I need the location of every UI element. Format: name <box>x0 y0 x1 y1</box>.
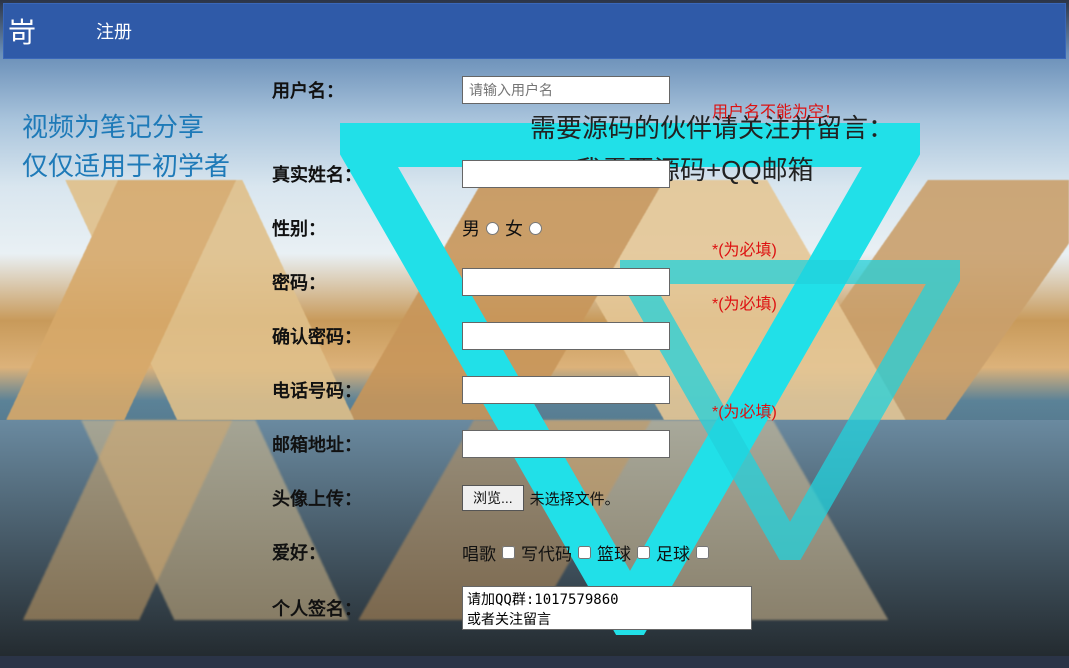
signature-textarea[interactable] <box>462 586 752 630</box>
gender-male-label: 男 <box>462 215 480 241</box>
email-required: *(为必填) <box>712 398 777 422</box>
row-gender: 性别： 男 女 <box>272 208 1029 248</box>
username-error: 用户名不能为空！ <box>712 98 840 122</box>
password-label: 密码： <box>272 269 462 295</box>
row-signature: 个人签名： <box>272 586 1029 630</box>
email-input[interactable] <box>462 430 670 458</box>
hobby-football-label: 足球 <box>656 540 690 565</box>
left-note-line1: 视频为笔记分享 <box>22 108 230 147</box>
phone-input[interactable] <box>462 376 670 404</box>
confirm-required: *(为必填) <box>712 290 777 314</box>
hobby-sing-label: 唱歌 <box>462 540 496 565</box>
row-email: *(为必填) 邮箱地址： <box>272 424 1029 464</box>
password-required: *(为必填) <box>712 236 777 260</box>
hobby-code-checkbox[interactable] <box>578 546 591 559</box>
hobby-football-checkbox[interactable] <box>696 546 709 559</box>
realname-input[interactable] <box>462 160 670 188</box>
gender-female-label: 女 <box>505 215 523 241</box>
username-label: 用户名： <box>272 77 462 103</box>
bottom-strip <box>0 656 1069 668</box>
hobby-label: 爱好： <box>272 539 462 565</box>
hobby-basketball-checkbox[interactable] <box>637 546 650 559</box>
email-label: 邮箱地址： <box>272 431 462 457</box>
row-hobby: 爱好： 唱歌 写代码 篮球 足球 <box>272 532 1029 572</box>
avatar-browse-button[interactable]: 浏览... <box>462 485 524 511</box>
avatar-label: 头像上传： <box>272 485 462 511</box>
top-nav: 岢 注册 <box>3 3 1066 59</box>
gender-female-radio[interactable] <box>529 222 542 235</box>
left-note-line2: 仅仅适用于初学者 <box>22 147 230 186</box>
gender-male-radio[interactable] <box>486 222 499 235</box>
row-realname: 真实姓名： <box>272 154 1029 194</box>
gender-label: 性别： <box>272 215 462 241</box>
row-confirm-password: *(为必填) 确认密码： <box>272 316 1029 356</box>
hobby-basketball-label: 篮球 <box>597 540 631 565</box>
signature-label: 个人签名： <box>272 595 462 621</box>
realname-label: 真实姓名： <box>272 161 462 187</box>
row-password: *(为必填) 密码： <box>272 262 1029 302</box>
nav-register[interactable]: 注册 <box>96 18 132 44</box>
avatar-file-status: 未选择文件。 <box>530 488 620 509</box>
confirm-password-input[interactable] <box>462 322 670 350</box>
row-phone: 电话号码： <box>272 370 1029 410</box>
row-avatar: 头像上传： 浏览... 未选择文件。 <box>272 478 1029 518</box>
username-input[interactable] <box>462 76 670 104</box>
confirm-label: 确认密码： <box>272 323 462 349</box>
logo-text: 岢 <box>8 11 36 51</box>
hobby-sing-checkbox[interactable] <box>502 546 515 559</box>
left-overlay-note: 视频为笔记分享 仅仅适用于初学者 <box>22 108 230 186</box>
row-username: 用户名： 用户名不能为空！ <box>272 70 1029 110</box>
hobby-code-label: 写代码 <box>521 540 572 565</box>
phone-label: 电话号码： <box>272 377 462 403</box>
registration-form: 用户名： 用户名不能为空！ 真实姓名： 性别： 男 女 *(为必填) 密码： *… <box>272 70 1029 648</box>
password-input[interactable] <box>462 268 670 296</box>
